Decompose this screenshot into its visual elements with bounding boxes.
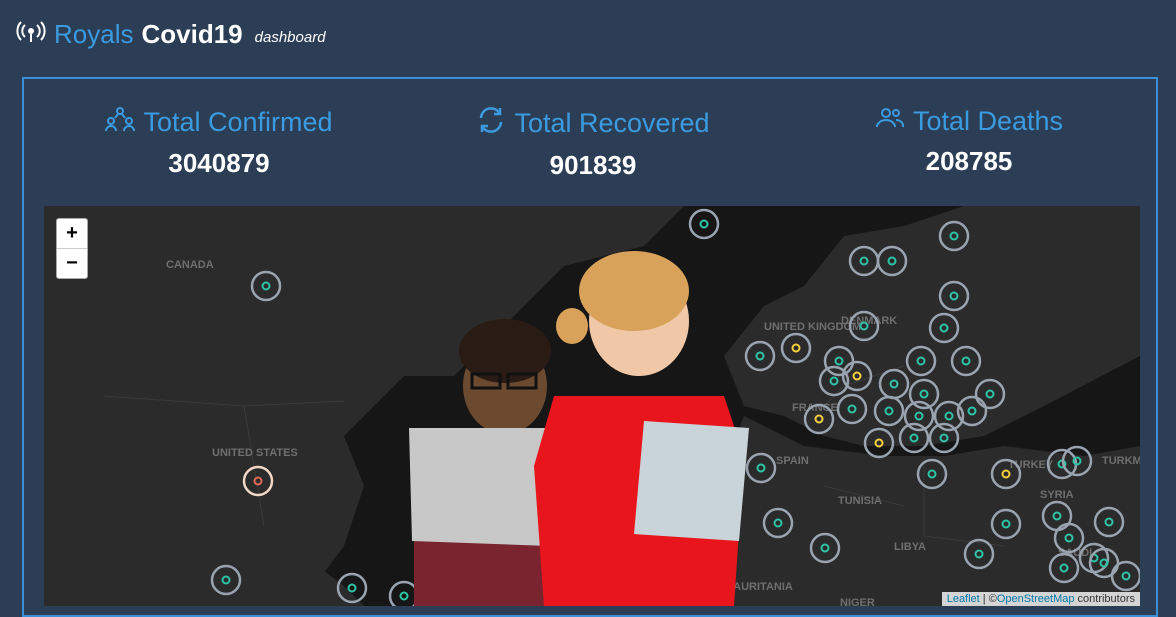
map-label: NIGER xyxy=(840,597,875,606)
stat-recovered-label: Total Recovered xyxy=(514,108,710,138)
case-marker-ring[interactable] xyxy=(688,208,720,240)
map-attribution: Leaflet | ©OpenStreetMap contributors xyxy=(941,592,1140,606)
osm-link[interactable]: OpenStreetMap xyxy=(997,593,1075,605)
case-marker-dot[interactable] xyxy=(347,583,357,593)
brand-royals: Royals xyxy=(54,18,134,49)
stat-recovered-value: 901839 xyxy=(549,150,637,180)
people-network-icon xyxy=(105,105,136,140)
map-label: SYRIA xyxy=(1040,489,1074,501)
stat-confirmed-label: Total Confirmed xyxy=(143,107,333,137)
stat-deaths: Total Deaths 208785 xyxy=(819,105,1119,177)
map-label: CANADA xyxy=(166,259,214,271)
stat-deaths-label: Total Deaths xyxy=(912,106,1064,136)
zoom-in-button[interactable]: + xyxy=(57,219,87,248)
users-icon xyxy=(875,105,905,138)
attribution-suffix: contributors xyxy=(1074,593,1135,605)
brand: Royals Covid19 dashboard xyxy=(16,14,326,54)
map-label: SPAIN xyxy=(776,455,809,467)
stat-confirmed: Total Confirmed 3040879 xyxy=(69,105,369,179)
leaflet-link[interactable]: Leaflet xyxy=(947,593,980,605)
refresh-icon xyxy=(476,105,506,142)
case-marker-dot[interactable] xyxy=(399,591,409,601)
attribution-separator: | © xyxy=(979,593,997,605)
map-label: UNITED STATES xyxy=(212,447,298,459)
zoom-out-button[interactable]: − xyxy=(57,248,87,278)
case-marker-ring[interactable] xyxy=(388,580,420,606)
zoom-control: + − xyxy=(56,218,88,279)
map-label: LIBYA xyxy=(894,541,926,553)
brand-covid: Covid19 xyxy=(141,18,243,49)
dashboard-panel: Total Confirmed 3040879 Total Recovered … xyxy=(22,77,1158,617)
brand-dashboard: dashboard xyxy=(254,28,326,46)
world-map[interactable]: CANADA UNITED STATES UNITED KINGDOM DENM… xyxy=(44,206,1140,606)
broadcast-icon xyxy=(16,20,46,49)
stat-confirmed-value: 3040879 xyxy=(168,148,270,178)
map-canvas[interactable]: CANADA UNITED STATES UNITED KINGDOM DENM… xyxy=(44,206,1140,606)
stat-recovered: Total Recovered 901839 xyxy=(443,105,743,181)
stat-deaths-value: 208785 xyxy=(925,146,1013,176)
case-marker-dot[interactable] xyxy=(699,219,709,229)
map-label: TUNISIA xyxy=(838,495,882,507)
map-label: TURKM xyxy=(1102,455,1140,467)
